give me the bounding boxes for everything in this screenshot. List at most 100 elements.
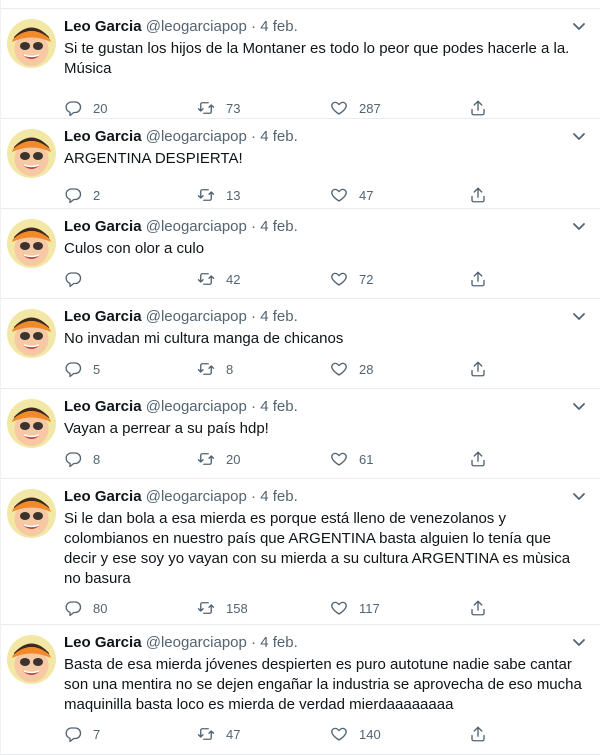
more-options-button[interactable] bbox=[569, 19, 589, 35]
author-name[interactable]: Leo Garcia bbox=[64, 634, 142, 651]
avatar[interactable] bbox=[7, 309, 56, 358]
author-handle[interactable]: @leogarciapop bbox=[146, 218, 247, 235]
reply-icon bbox=[65, 188, 82, 204]
tweet-date[interactable]: 4 feb. bbox=[260, 128, 298, 145]
tweet[interactable]: Leo Garcia @leogarciapop · 4 feb. Vayan … bbox=[1, 389, 600, 479]
author-name[interactable]: Leo Garcia bbox=[64, 18, 142, 35]
tweet[interactable]: Leo Garcia @leogarciapop · 4 feb. Si le … bbox=[1, 479, 600, 625]
avatar-image bbox=[7, 19, 56, 68]
more-options-button[interactable] bbox=[569, 399, 589, 415]
reply-icon bbox=[65, 601, 82, 617]
retweet-count: 42 bbox=[226, 271, 241, 287]
tweet[interactable]: Leo Garcia @leogarciapop · 4 feb. ARGENT… bbox=[1, 119, 600, 209]
retweet-button[interactable]: 73 bbox=[197, 98, 240, 118]
tweet-date[interactable]: 4 feb. bbox=[260, 634, 298, 651]
reply-icon bbox=[65, 362, 82, 378]
author-name[interactable]: Leo Garcia bbox=[64, 398, 142, 415]
avatar[interactable] bbox=[7, 399, 56, 448]
tweet-actions: 5 8 28 bbox=[64, 359, 504, 379]
tweet-actions: 8 20 61 bbox=[64, 449, 504, 469]
tweet-header: Leo Garcia @leogarciapop · 4 feb. bbox=[64, 487, 561, 507]
like-heart-icon bbox=[331, 601, 347, 615]
author-name[interactable]: Leo Garcia bbox=[64, 488, 142, 505]
avatar[interactable] bbox=[7, 219, 56, 268]
tweet[interactable]: Leo Garcia @leogarciapop · 4 feb. Si te … bbox=[1, 9, 600, 119]
retweet-count: 8 bbox=[226, 361, 234, 377]
author-handle[interactable]: @leogarciapop bbox=[146, 488, 247, 505]
retweet-count: 73 bbox=[226, 100, 241, 116]
author-name[interactable]: Leo Garcia bbox=[64, 218, 142, 235]
separator-dot: · bbox=[251, 488, 261, 505]
reply-button[interactable]: 20 bbox=[64, 98, 107, 118]
like-button[interactable]: 28 bbox=[330, 359, 373, 379]
retweet-button[interactable]: 20 bbox=[197, 449, 240, 469]
tweet-date[interactable]: 4 feb. bbox=[260, 218, 298, 235]
more-options-button[interactable] bbox=[569, 309, 589, 325]
tweet[interactable]: Leo Garcia @leogarciapop · 4 feb. No inv… bbox=[1, 299, 600, 389]
avatar[interactable] bbox=[7, 19, 56, 68]
tweet-date[interactable]: 4 feb. bbox=[260, 488, 298, 505]
separator-dot: · bbox=[251, 398, 261, 415]
tweet-actions: 7 47 140 bbox=[64, 724, 504, 744]
share-button[interactable] bbox=[469, 359, 487, 379]
like-button[interactable]: 47 bbox=[330, 185, 373, 205]
author-handle[interactable]: @leogarciapop bbox=[146, 128, 247, 145]
tweet-header: Leo Garcia @leogarciapop · 4 feb. bbox=[64, 17, 561, 37]
share-button[interactable] bbox=[469, 269, 487, 289]
retweet-button[interactable]: 42 bbox=[197, 269, 240, 289]
chevron-down-icon bbox=[573, 403, 585, 410]
more-options-button[interactable] bbox=[569, 129, 589, 145]
share-icon bbox=[471, 600, 485, 616]
share-button[interactable] bbox=[469, 449, 487, 469]
tweet-header: Leo Garcia @leogarciapop · 4 feb. bbox=[64, 217, 561, 237]
author-name[interactable]: Leo Garcia bbox=[64, 128, 142, 145]
tweet-date[interactable]: 4 feb. bbox=[260, 308, 298, 325]
like-button[interactable]: 287 bbox=[330, 98, 381, 118]
reply-count: 5 bbox=[93, 361, 101, 377]
tweet[interactable]: Leo Garcia @leogarciapop · 4 feb. Basta … bbox=[1, 625, 600, 755]
tweet-date[interactable]: 4 feb. bbox=[260, 18, 298, 35]
like-button[interactable]: 140 bbox=[330, 724, 381, 744]
tweet-date[interactable]: 4 feb. bbox=[260, 398, 298, 415]
retweet-button[interactable]: 158 bbox=[197, 598, 248, 618]
retweet-icon bbox=[197, 602, 215, 614]
author-handle[interactable]: @leogarciapop bbox=[146, 308, 247, 325]
reply-button[interactable]: 80 bbox=[64, 598, 107, 618]
tweet[interactable]: Leo Garcia @leogarciapop · 4 feb. Culos … bbox=[1, 209, 600, 299]
more-options-button[interactable] bbox=[569, 635, 589, 651]
like-button[interactable]: 72 bbox=[330, 269, 373, 289]
author-name[interactable]: Leo Garcia bbox=[64, 308, 142, 325]
separator-dot: · bbox=[251, 128, 261, 145]
tweet-actions: 80 158 117 bbox=[64, 598, 504, 618]
share-icon bbox=[471, 271, 485, 287]
share-button[interactable] bbox=[469, 185, 487, 205]
tweet-feed: Leo Garcia @leogarciapop · 4 feb. Si te … bbox=[0, 0, 600, 755]
share-icon bbox=[471, 361, 485, 377]
reply-button[interactable]: 2 bbox=[64, 185, 100, 205]
author-handle[interactable]: @leogarciapop bbox=[146, 398, 247, 415]
reply-button[interactable]: 5 bbox=[64, 359, 100, 379]
like-button[interactable]: 61 bbox=[330, 449, 373, 469]
avatar[interactable] bbox=[7, 129, 56, 178]
author-handle[interactable]: @leogarciapop bbox=[146, 634, 247, 651]
retweet-button[interactable]: 47 bbox=[197, 724, 240, 744]
retweet-button[interactable]: 8 bbox=[197, 359, 233, 379]
like-count: 140 bbox=[359, 726, 381, 742]
more-options-button[interactable] bbox=[569, 219, 589, 235]
avatar[interactable] bbox=[7, 635, 56, 684]
avatar[interactable] bbox=[7, 489, 56, 538]
reply-count: 7 bbox=[93, 726, 101, 742]
reply-button[interactable]: 8 bbox=[64, 449, 100, 469]
retweet-button[interactable]: 13 bbox=[197, 185, 240, 205]
reply-button[interactable] bbox=[64, 269, 93, 289]
author-handle[interactable]: @leogarciapop bbox=[146, 18, 247, 35]
share-button[interactable] bbox=[469, 98, 487, 118]
reply-button[interactable]: 7 bbox=[64, 724, 100, 744]
like-button[interactable]: 117 bbox=[330, 598, 380, 618]
tweet-actions: 42 72 bbox=[64, 269, 504, 289]
retweet-icon bbox=[197, 728, 215, 740]
share-button[interactable] bbox=[469, 724, 487, 744]
more-options-button[interactable] bbox=[569, 489, 589, 505]
share-button[interactable] bbox=[469, 598, 487, 618]
tweet-header: Leo Garcia @leogarciapop · 4 feb. bbox=[64, 127, 561, 147]
